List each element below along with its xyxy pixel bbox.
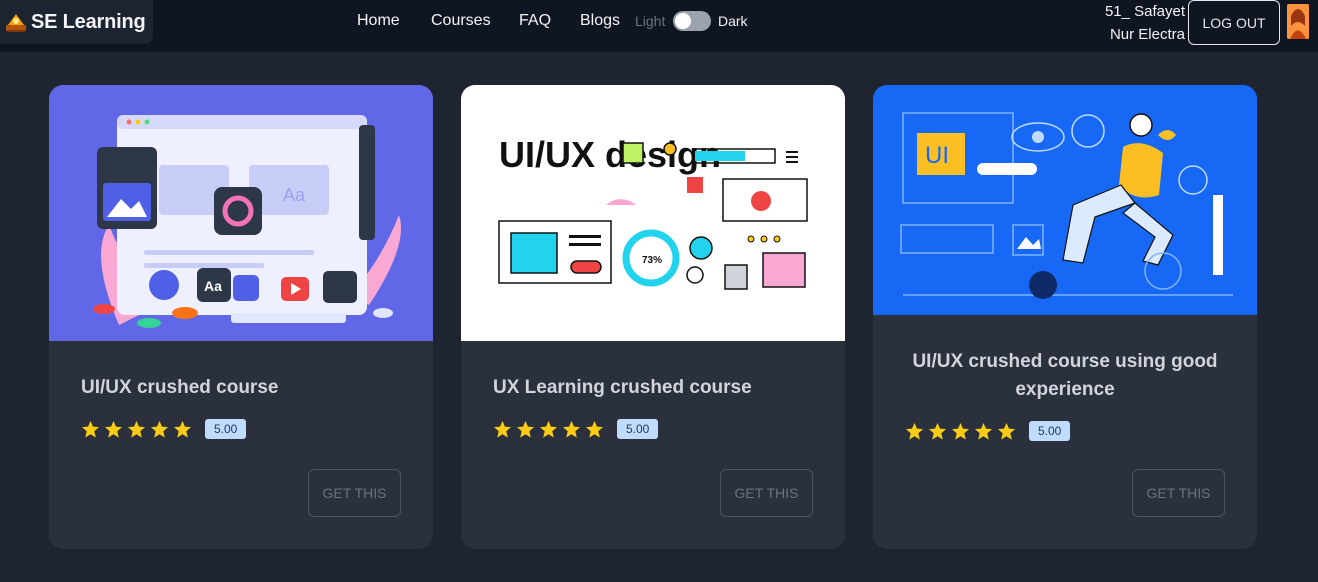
theme-light-label: Light: [635, 13, 666, 29]
image-label-text: UI: [925, 142, 949, 169]
brand-name: SE Learning: [31, 10, 146, 33]
star-icon: [81, 420, 100, 438]
star-icon: [493, 420, 512, 438]
svg-text:Aa: Aa: [204, 278, 222, 294]
nav-courses-link[interactable]: Courses: [431, 12, 491, 30]
theme-dark-label: Dark: [718, 13, 748, 29]
star-icon: [562, 420, 581, 438]
nav-home-link[interactable]: Home: [357, 12, 400, 30]
star-icon: [951, 422, 970, 440]
star-icon: [905, 422, 924, 440]
nav-blogs-link[interactable]: Blogs: [580, 12, 620, 30]
rating-badge: 5.00: [205, 419, 247, 439]
course-title[interactable]: UX Learning crushed course: [493, 374, 813, 402]
star-icon: [928, 422, 947, 440]
course-title[interactable]: UI/UX crushed course: [81, 374, 401, 402]
star-icon: [104, 420, 123, 438]
star-icon: [173, 420, 192, 438]
theme-toggle[interactable]: [673, 11, 711, 31]
star-icon: [516, 420, 535, 438]
star-icon: [997, 422, 1016, 440]
brand[interactable]: SE Learning: [0, 0, 153, 44]
star-icon: [585, 420, 604, 438]
star-rating: [81, 420, 192, 439]
course-rating: 5.00: [905, 421, 1071, 441]
rating-badge: 5.00: [617, 419, 659, 439]
star-rating: [493, 420, 604, 439]
logout-button[interactable]: LOG OUT: [1188, 0, 1280, 45]
course-image: UI/UX design 73%: [461, 85, 845, 341]
get-this-button[interactable]: GET THIS: [308, 469, 401, 517]
star-icon: [974, 422, 993, 440]
course-card: Aa Aa UI/UX crushed course 5.00 GET THIS: [49, 85, 433, 549]
star-icon: [150, 420, 169, 438]
svg-text:73%: 73%: [642, 255, 662, 266]
navbar: SE Learning Home Courses FAQ Blogs Light…: [0, 0, 1318, 52]
nav-faq-link[interactable]: FAQ: [519, 12, 551, 30]
avatar-image: [1287, 4, 1309, 39]
image-title-text: UI/UX design: [499, 134, 721, 175]
rating-badge: 5.00: [1029, 421, 1071, 441]
star-icon: [127, 420, 146, 438]
course-rating: 5.00: [493, 419, 659, 439]
avatar[interactable]: [1287, 4, 1309, 39]
get-this-button[interactable]: GET THIS: [720, 469, 813, 517]
course-image: UI: [873, 85, 1257, 315]
course-rating: 5.00: [81, 419, 247, 439]
course-card: UI UI/UX crushed course using good exper…: [873, 85, 1257, 549]
user-name: 51_ Safayet Nur Electra: [1104, 3, 1185, 43]
toggle-knob: [675, 13, 691, 29]
star-rating: [905, 422, 1016, 441]
course-title[interactable]: UI/UX crushed course using good experien…: [905, 348, 1225, 404]
course-image: Aa Aa: [49, 85, 433, 341]
se-learning-logo-icon: [6, 14, 26, 32]
get-this-button[interactable]: GET THIS: [1132, 469, 1225, 517]
svg-text:Aa: Aa: [283, 185, 306, 205]
course-card: UI/UX design 73% UX Learning crushed cou…: [461, 85, 845, 549]
star-icon: [539, 420, 558, 438]
